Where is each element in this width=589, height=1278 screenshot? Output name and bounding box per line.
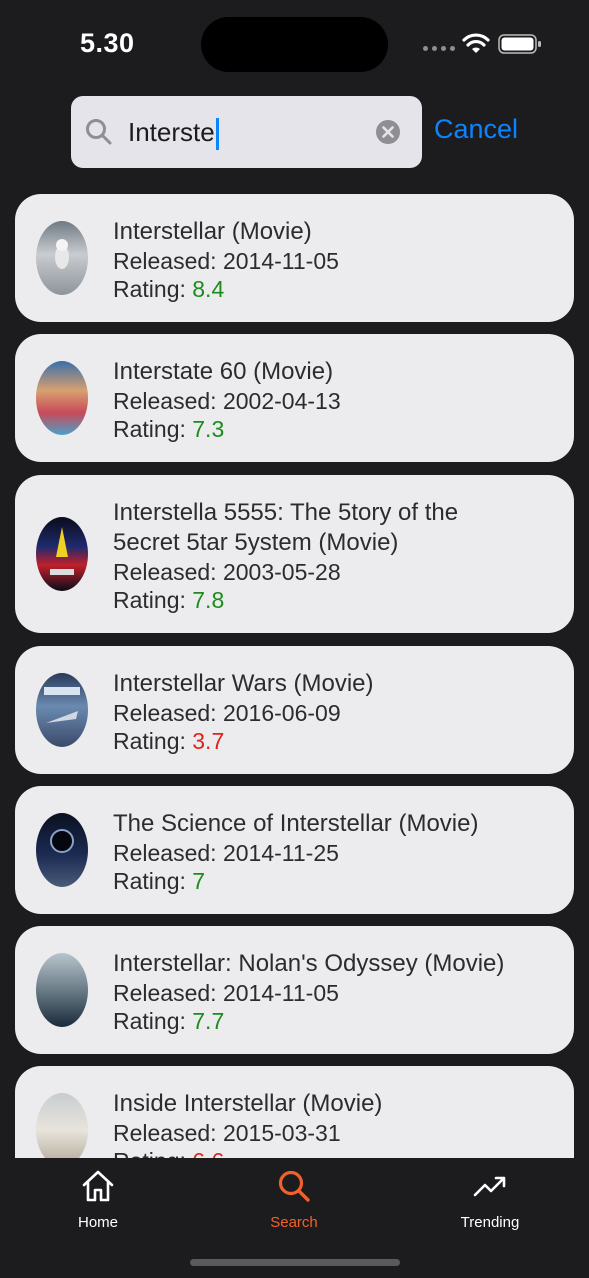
status-bar: 5.30 (0, 0, 589, 90)
battery-icon (498, 34, 541, 54)
poster-thumbnail (36, 517, 88, 591)
rating-row: Rating: 8.4 (113, 275, 339, 303)
rating-label: Rating: (113, 868, 193, 894)
rating-label: Rating: (113, 276, 193, 302)
status-time: 5.30 (80, 28, 135, 58)
home-icon (82, 1170, 114, 1202)
search-icon (278, 1170, 310, 1202)
tab-label: Search (270, 1214, 318, 1231)
home-indicator (190, 1259, 400, 1266)
clear-icon[interactable] (375, 119, 401, 145)
rating-row: Rating: 7.7 (113, 1007, 504, 1035)
rating-label: Rating: (113, 728, 193, 754)
cellular-signal-icon (423, 46, 455, 51)
magnifier-icon (86, 119, 112, 145)
result-info: Interstella 5555: The 5tory of the 5ecre… (113, 498, 458, 614)
result-title: Interstellar Wars (Movie) (113, 670, 374, 697)
result-title: Inside Interstellar (Movie) (113, 1090, 383, 1117)
rating-row: Rating: 7.8 (113, 586, 458, 614)
rating-row: Rating: 6.6 (113, 1147, 382, 1158)
rating-value: 7 (192, 868, 206, 894)
release-date: Released: 2015-03-31 (113, 1120, 341, 1146)
release-date: Released: 2014-11-05 (113, 248, 339, 274)
trending-icon (473, 1176, 506, 1197)
result-card[interactable]: Interstella 5555: The 5tory of the 5ecre… (15, 475, 574, 633)
rating-label: Rating: (113, 1008, 193, 1034)
poster-thumbnail (36, 1093, 88, 1158)
result-info: Interstate 60 (Movie) Released: 2002-04-… (113, 357, 341, 443)
cancel-button[interactable]: Cancel (434, 114, 518, 145)
result-title: Interstellar (Movie) (113, 218, 312, 245)
release-date: Released: 2014-11-25 (113, 840, 339, 866)
rating-label: Rating: (113, 416, 193, 442)
search-field[interactable]: Interste (71, 96, 422, 168)
poster-thumbnail (36, 221, 88, 295)
result-title: The Science of Interstellar (Movie) (113, 810, 479, 837)
dynamic-island (201, 17, 388, 72)
result-card[interactable]: Interstellar (Movie) Released: 2014-11-0… (15, 194, 574, 322)
result-card[interactable]: The Science of Interstellar (Movie) Rele… (15, 786, 574, 914)
result-card[interactable]: Inside Interstellar (Movie) Released: 20… (15, 1066, 574, 1158)
result-card[interactable]: Interstate 60 (Movie) Released: 2002-04-… (15, 334, 574, 462)
poster-thumbnail (36, 813, 88, 887)
tab-search[interactable]: Search (234, 1168, 354, 1231)
result-info: Inside Interstellar (Movie) Released: 20… (113, 1089, 382, 1158)
poster-thumbnail (36, 673, 88, 747)
tab-label: Home (77, 1214, 118, 1231)
result-title: Interstate 60 (Movie) (113, 358, 334, 385)
result-info: Interstellar Wars (Movie) Released: 2016… (113, 669, 373, 755)
search-input[interactable]: Interste (128, 114, 219, 151)
rating-label: Rating: (113, 587, 193, 613)
text-caret (215, 118, 219, 151)
tab-trending[interactable]: Trending (430, 1168, 550, 1231)
rating-value: 6.6 (192, 1148, 224, 1158)
result-card[interactable]: Interstellar: Nolan's Odyssey (Movie) Re… (15, 926, 574, 1054)
release-date: Released: 2014-11-05 (113, 980, 339, 1006)
poster-thumbnail (36, 361, 88, 435)
release-date: Released: 2002-04-13 (113, 388, 341, 414)
rating-row: Rating: 7.3 (113, 415, 341, 443)
result-title-line-1: Interstella 5555: The 5tory of the (113, 499, 459, 526)
tab-home[interactable]: Home (38, 1168, 158, 1231)
search-results-list[interactable]: Interstellar (Movie) Released: 2014-11-0… (15, 194, 574, 1158)
result-info: Interstellar (Movie) Released: 2014-11-0… (113, 217, 339, 303)
poster-thumbnail (36, 953, 88, 1027)
result-info: The Science of Interstellar (Movie) Rele… (113, 809, 478, 895)
wifi-icon (462, 33, 490, 53)
rating-row: Rating: 3.7 (113, 727, 373, 755)
tab-label: Trending (460, 1214, 520, 1231)
result-title-line-2: 5ecret 5tar 5ystem (Movie) (113, 529, 399, 556)
rating-value: 7.8 (192, 587, 225, 613)
rating-value: 8.4 (192, 276, 225, 302)
result-card[interactable]: Interstellar Wars (Movie) Released: 2016… (15, 646, 574, 774)
result-title: Interstellar: Nolan's Odyssey (Movie) (113, 950, 505, 977)
rating-value: 7.7 (192, 1008, 225, 1034)
search-query: Interste (128, 117, 215, 147)
release-date: Released: 2003-05-28 (113, 559, 341, 585)
rating-row: Rating: 7 (113, 867, 478, 895)
rating-value: 3.7 (192, 728, 225, 754)
rating-value: 7.3 (192, 416, 225, 442)
result-info: Interstellar: Nolan's Odyssey (Movie) Re… (113, 949, 504, 1035)
rating-label: Rating: (113, 1148, 192, 1158)
release-date: Released: 2016-06-09 (113, 700, 341, 726)
